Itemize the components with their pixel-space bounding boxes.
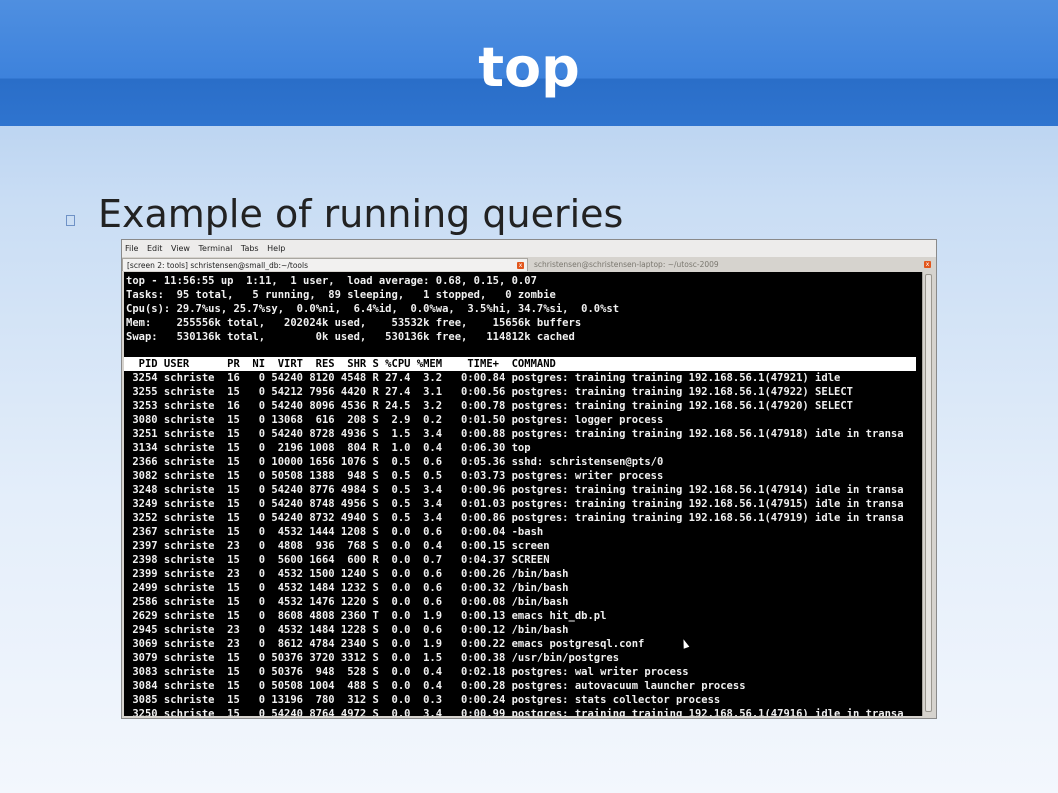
tab-screen-tools[interactable]: [screen 2: tools] schristensen@small_db:…	[122, 258, 528, 271]
process-row: 3079 schriste 15 0 50376 3720 3312 S 0.0…	[126, 652, 620, 664]
terminal-scrollbar[interactable]	[922, 272, 934, 716]
process-row: 3255 schriste 15 0 54212 7956 4420 R 27.…	[126, 386, 853, 398]
summary-line-tasks: Tasks: 95 total, 5 running, 89 sleeping,…	[126, 289, 556, 301]
process-row: 2586 schriste 15 0 4532 1476 1220 S 0.0 …	[126, 596, 569, 608]
summary-line-swap: Swap: 530136k total, 0k used, 530136k fr…	[126, 331, 575, 343]
process-row: 3082 schriste 15 0 50508 1388 948 S 0.5 …	[126, 470, 664, 482]
process-row: 3251 schriste 15 0 54240 8728 4936 S 1.5…	[126, 428, 904, 440]
bullet-marker-icon	[66, 215, 75, 226]
menu-edit[interactable]: Edit	[147, 244, 163, 253]
tab-label: schristensen@schristensen-laptop: ~/utos…	[534, 260, 719, 269]
scrollbar-thumb[interactable]	[925, 274, 932, 712]
process-row: 3080 schriste 15 0 13068 616 208 S 2.9 0…	[126, 414, 664, 426]
process-row: 3085 schriste 15 0 13196 780 312 S 0.0 0…	[126, 694, 721, 706]
close-icon[interactable]: x	[924, 261, 931, 268]
process-row: 3249 schriste 15 0 54240 8748 4956 S 0.5…	[126, 498, 904, 510]
process-row: 3252 schriste 15 0 54240 8732 4940 S 0.5…	[126, 512, 904, 524]
process-row: 2367 schriste 15 0 4532 1444 1208 S 0.0 …	[126, 526, 544, 538]
process-row: 2945 schriste 23 0 4532 1484 1228 S 0.0 …	[126, 624, 569, 636]
summary-line-cpu: Cpu(s): 29.7%us, 25.7%sy, 0.0%ni, 6.4%id…	[126, 303, 620, 315]
terminal-output[interactable]: top - 11:56:55 up 1:11, 1 user, load ave…	[124, 272, 922, 716]
process-row: 3134 schriste 15 0 2196 1008 804 R 1.0 0…	[126, 442, 531, 454]
close-icon[interactable]: x	[517, 262, 524, 269]
menu-help[interactable]: Help	[267, 244, 285, 253]
menu-tabs[interactable]: Tabs	[241, 244, 259, 253]
menu-view[interactable]: View	[171, 244, 190, 253]
process-row: 2366 schriste 15 0 10000 1656 1076 S 0.5…	[126, 456, 664, 468]
menu-bar: File Edit View Terminal Tabs Help	[122, 240, 936, 257]
process-row: 2499 schriste 15 0 4532 1484 1232 S 0.0 …	[126, 582, 569, 594]
process-row: 3248 schriste 15 0 54240 8776 4984 S 0.5…	[126, 484, 904, 496]
process-row: 3083 schriste 15 0 50376 948 528 S 0.0 0…	[126, 666, 689, 678]
tab-label: [screen 2: tools] schristensen@small_db:…	[127, 261, 308, 270]
tab-bar: [screen 2: tools] schristensen@small_db:…	[122, 257, 936, 271]
summary-line-mem: Mem: 255556k total, 202024k used, 53532k…	[126, 317, 582, 329]
process-row: 3254 schriste 16 0 54240 8120 4548 R 27.…	[126, 372, 841, 384]
summary-line-uptime: top - 11:56:55 up 1:11, 1 user, load ave…	[126, 275, 537, 287]
process-row: 2629 schriste 15 0 8608 4808 2360 T 0.0 …	[126, 610, 607, 622]
menu-file[interactable]: File	[125, 244, 138, 253]
tab-utosc[interactable]: schristensen@schristensen-laptop: ~/utos…	[530, 258, 934, 271]
process-row: 2399 schriste 23 0 4532 1500 1240 S 0.0 …	[126, 568, 569, 580]
process-row: 2398 schriste 15 0 5600 1664 600 R 0.0 0…	[126, 554, 550, 566]
process-row: 3250 schriste 15 0 54240 8764 4972 S 0.0…	[126, 708, 904, 716]
process-row: 3069 schriste 23 0 8612 4784 2340 S 0.0 …	[126, 638, 645, 650]
slide-header: top	[0, 0, 1058, 126]
process-row: 3253 schriste 16 0 54240 8096 4536 R 24.…	[126, 400, 853, 412]
process-row: 2397 schriste 23 0 4808 936 768 S 0.0 0.…	[126, 540, 550, 552]
process-table-header: PID USER PR NI VIRT RES SHR S %CPU %MEM …	[124, 357, 916, 371]
slide-title: top	[478, 36, 580, 99]
process-row: 3084 schriste 15 0 50508 1004 488 S 0.0 …	[126, 680, 746, 692]
bullet-text: Example of running queries	[98, 192, 624, 236]
terminal-window: File Edit View Terminal Tabs Help [scree…	[122, 240, 936, 718]
menu-terminal[interactable]: Terminal	[199, 244, 233, 253]
